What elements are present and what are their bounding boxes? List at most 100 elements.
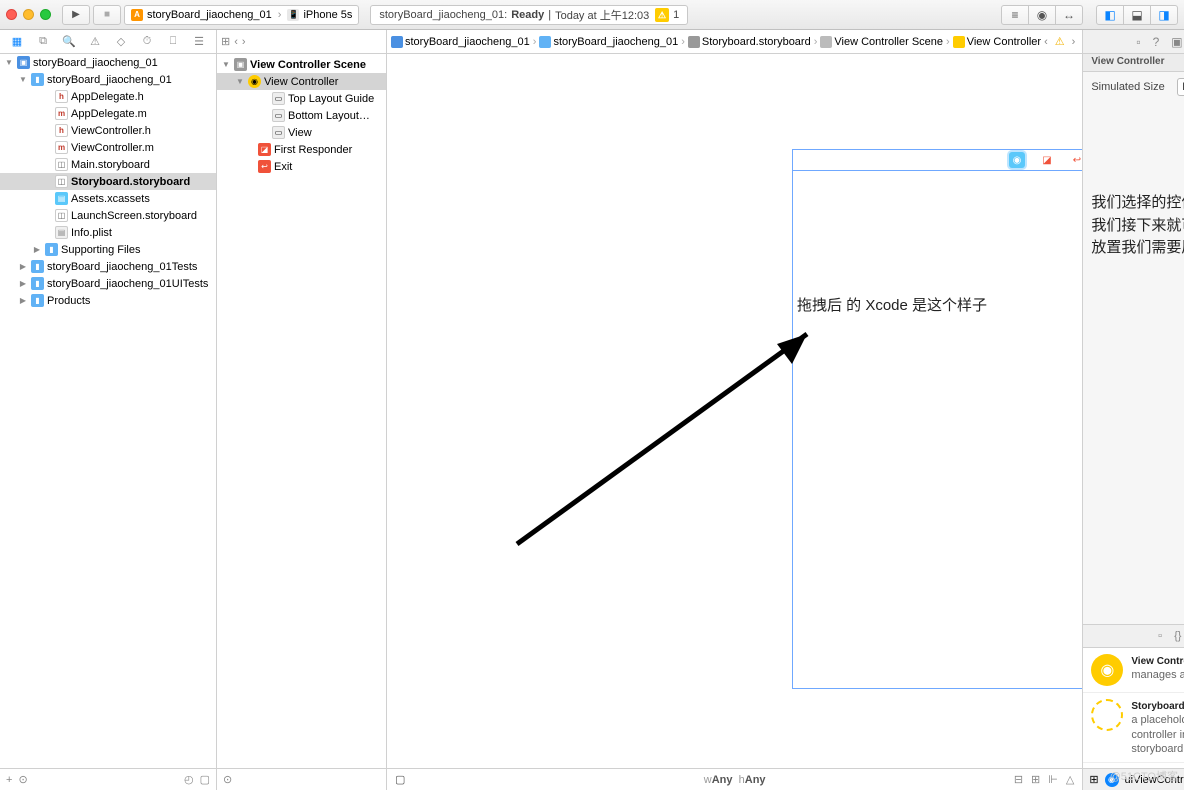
related-items-icon[interactable]: ⊞ <box>221 35 230 48</box>
warning-count: 1 <box>673 9 679 21</box>
scene-row[interactable]: ▣View Controller Scene <box>217 56 386 73</box>
pin-icon[interactable]: ⊩ <box>1048 773 1058 786</box>
first-responder-row[interactable]: ◪First Responder <box>217 141 386 158</box>
minimize-window-button[interactable] <box>23 9 34 20</box>
exit-dock-icon[interactable]: ↩ <box>1069 152 1082 168</box>
file-name: Storyboard.storyboard <box>71 176 190 188</box>
project-navigator-tab[interactable]: ▦ <box>9 35 25 48</box>
back-icon[interactable]: ‹ <box>1041 36 1051 48</box>
library-item[interactable]: Storyboard Reference - Provides a placeh… <box>1083 693 1184 763</box>
inspector-sidebar: ▫ ? ▣ ⊟ ▮ → View Controller Simulated Si… <box>1082 30 1184 790</box>
library-item[interactable]: ◉ View Controller - A controller that ma… <box>1083 648 1184 693</box>
recent-filter-icon[interactable]: ◴ <box>184 773 194 786</box>
report-navigator-tab[interactable]: ☰ <box>191 35 207 48</box>
file-row[interactable]: hViewController.h <box>0 122 216 139</box>
jump-bar-path[interactable]: storyBoard_jiaocheng_01› storyBoard_jiao… <box>391 36 1041 48</box>
toggle-navigator-button[interactable]: ◧ <box>1096 5 1124 25</box>
symbol-navigator-tab[interactable]: ⧉ <box>35 35 51 48</box>
file-row[interactable]: ▤Assets.xcassets <box>0 190 216 207</box>
outline-filter-bar: ⊙ <box>217 768 386 790</box>
resolve-icon[interactable]: △ <box>1066 773 1074 786</box>
version-editor-button[interactable]: ↔ <box>1055 5 1083 25</box>
chevron-right-icon <box>276 9 284 21</box>
project-root[interactable]: ▣ storyBoard_jiaocheng_01 <box>0 54 216 71</box>
group-row[interactable]: ▮Products <box>0 292 216 309</box>
issue-navigator-tab[interactable]: ⚠ <box>87 35 103 48</box>
scm-filter-icon[interactable]: ▢ <box>200 773 210 786</box>
test-navigator-tab[interactable]: ◇ <box>113 35 129 48</box>
forward-icon[interactable]: › <box>1069 36 1079 48</box>
identity-inspector-tab[interactable]: ▣ <box>1171 35 1182 49</box>
zoom-window-button[interactable] <box>40 9 51 20</box>
layout-guide-row[interactable]: ▭Bottom Layout… <box>217 107 386 124</box>
warning-icon[interactable]: ⚠ <box>1055 35 1065 48</box>
status-separator: | <box>548 9 551 21</box>
file-template-tab[interactable]: ▫ <box>1158 630 1162 642</box>
device-icon: 📱 <box>287 9 299 21</box>
file-row[interactable]: ◫Main.storyboard <box>0 156 216 173</box>
jump-bar: storyBoard_jiaocheng_01› storyBoard_jiao… <box>387 30 1082 54</box>
group-name: Products <box>47 295 90 307</box>
back-button[interactable]: ‹ <box>234 36 238 48</box>
library-item-desc: View Controller - A controller that mana… <box>1131 654 1184 686</box>
standard-editor-button[interactable]: ≡ <box>1001 5 1029 25</box>
toggle-debug-button[interactable]: ⬓ <box>1123 5 1151 25</box>
group-row[interactable]: ▮ storyBoard_jiaocheng_01 <box>0 71 216 88</box>
stop-button[interactable] <box>93 5 121 25</box>
storyboard-canvas[interactable]: ◉ ◪ ↩ 拖拽后 的 Xcode 是这个样子 <box>387 54 1082 768</box>
scheme-target-label: storyBoard_jiaocheng_01 <box>147 9 272 21</box>
file-row[interactable]: mAppDelegate.m <box>0 105 216 122</box>
scheme-selector[interactable]: A storyBoard_jiaocheng_01 📱 iPhone 5s <box>124 5 359 25</box>
align-icon[interactable]: ⊞ <box>1031 773 1040 786</box>
quick-help-tab[interactable]: ? <box>1153 35 1160 49</box>
simulated-size-row: Simulated Size Fixed <box>1091 78 1184 96</box>
group-row[interactable]: ▮storyBoard_jiaocheng_01UITests <box>0 275 216 292</box>
simulated-size-select[interactable]: Fixed <box>1177 78 1184 96</box>
file-name: Info.plist <box>71 227 112 239</box>
add-button[interactable]: + <box>6 774 12 786</box>
guide-label: Bottom Layout… <box>288 110 370 122</box>
first-responder-label: First Responder <box>274 144 352 156</box>
group-row[interactable]: ▮storyBoard_jiaocheng_01Tests <box>0 258 216 275</box>
assistant-editor-button[interactable]: ◉ <box>1028 5 1056 25</box>
file-row[interactable]: ◫LaunchScreen.storyboard <box>0 207 216 224</box>
stack-icon[interactable]: ⊟ <box>1014 773 1023 786</box>
folder-icon: ▮ <box>45 243 58 256</box>
forward-button[interactable]: › <box>242 36 246 48</box>
file-row[interactable]: hAppDelegate.h <box>0 88 216 105</box>
file-row-selected[interactable]: ◫Storyboard.storyboard <box>0 173 216 190</box>
viewcontroller-row[interactable]: ◉View Controller <box>217 73 386 90</box>
layout-guide-row[interactable]: ▭Top Layout Guide <box>217 90 386 107</box>
toggle-utilities-button[interactable]: ◨ <box>1150 5 1178 25</box>
code-snippet-tab[interactable]: {} <box>1174 630 1181 642</box>
project-icon: ▣ <box>17 56 30 69</box>
file-inspector-tab[interactable]: ▫ <box>1136 35 1140 49</box>
viewcontroller-label: View Controller <box>264 76 338 88</box>
outline-toggle-button[interactable]: ▢ <box>395 773 405 786</box>
jump-bar-controls: ‹ ⚠ › <box>1041 35 1078 48</box>
file-name: AppDelegate.m <box>71 108 147 120</box>
view-row[interactable]: ▭View <box>217 124 386 141</box>
storyboard-icon: ◫ <box>55 209 68 222</box>
file-row[interactable]: ▤Info.plist <box>0 224 216 241</box>
status-project: storyBoard_jiaocheng_01: <box>379 9 507 21</box>
close-window-button[interactable] <box>6 9 17 20</box>
breakpoint-navigator-tab[interactable]: ⎕ <box>165 35 181 48</box>
debug-navigator-tab[interactable]: ⏱ <box>139 35 155 48</box>
impl-file-icon: m <box>55 107 68 120</box>
filter-button[interactable]: ⊙ <box>18 773 27 786</box>
chevron-right-icon: › <box>814 36 818 48</box>
group-row[interactable]: ▮Supporting Files <box>0 241 216 258</box>
exit-row[interactable]: ↩Exit <box>217 158 386 175</box>
run-button[interactable] <box>62 5 90 25</box>
size-class-control[interactable]: wAny hAny <box>704 774 766 786</box>
viewcontroller-dock-icon[interactable]: ◉ <box>1009 152 1025 168</box>
filter-icon[interactable]: ⊙ <box>223 773 232 786</box>
grid-view-icon[interactable]: ⊞ <box>1089 773 1098 786</box>
file-row[interactable]: mViewController.m <box>0 139 216 156</box>
view-icon: ▭ <box>272 126 285 139</box>
warning-badge[interactable]: ⚠ <box>655 8 669 22</box>
find-navigator-tab[interactable]: 🔍 <box>61 35 77 48</box>
first-responder-dock-icon[interactable]: ◪ <box>1039 152 1055 168</box>
group-name: storyBoard_jiaocheng_01UITests <box>47 278 208 290</box>
